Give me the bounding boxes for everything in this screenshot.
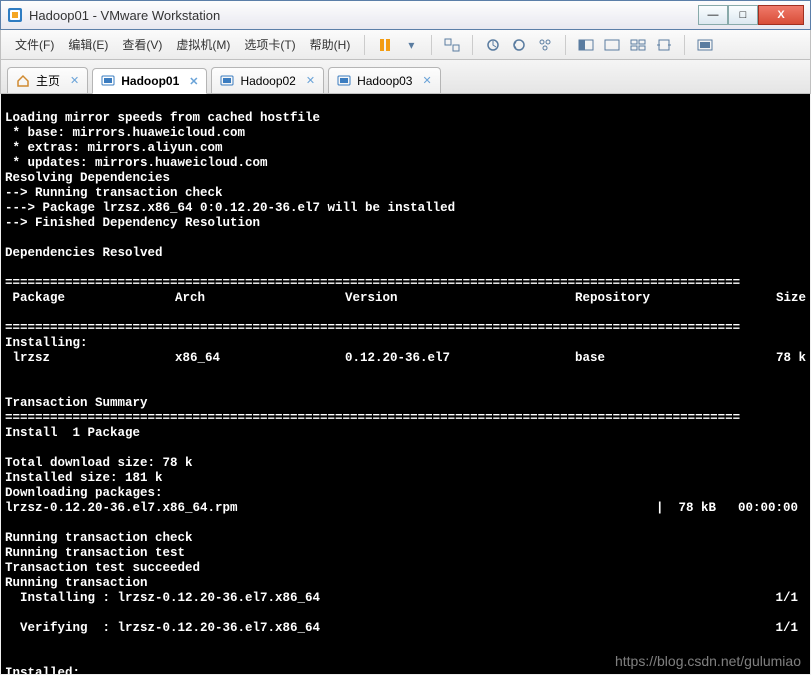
separator bbox=[364, 35, 365, 55]
window-controls: — □ X bbox=[698, 5, 804, 25]
thumbnail-icon[interactable] bbox=[626, 34, 650, 56]
tab-label: 主页 bbox=[36, 72, 60, 89]
vmware-app-icon bbox=[7, 7, 23, 23]
term-line: Install 1 Package bbox=[5, 426, 140, 440]
menu-edit[interactable]: 编辑(E) bbox=[62, 32, 114, 57]
vm-icon bbox=[101, 74, 115, 88]
progress-row: Verifying : lrzsz-0.12.20-36.el7.x86_641… bbox=[5, 621, 806, 636]
menu-vm[interactable]: 虚拟机(M) bbox=[170, 32, 236, 57]
unity-icon[interactable] bbox=[600, 34, 624, 56]
separator bbox=[472, 35, 473, 55]
term-line: Transaction Summary bbox=[5, 396, 148, 410]
close-icon[interactable]: ✕ bbox=[189, 75, 198, 88]
vm-icon bbox=[337, 74, 351, 88]
term-line: ---> Package lrzsz.x86_64 0:0.12.20-36.e… bbox=[5, 201, 455, 215]
separator bbox=[684, 35, 685, 55]
tab-home[interactable]: 主页 ✕ bbox=[7, 67, 88, 93]
menu-file[interactable]: 文件(F) bbox=[9, 32, 60, 57]
term-line: Installed: bbox=[5, 666, 80, 674]
minimize-button[interactable]: — bbox=[698, 5, 728, 25]
progress-row: Installing : lrzsz-0.12.20-36.el7.x86_64… bbox=[5, 591, 806, 606]
term-line: Installed size: 181 k bbox=[5, 471, 163, 485]
divider: ========================================… bbox=[5, 411, 740, 425]
send-keys-icon[interactable] bbox=[440, 34, 464, 56]
term-line: Downloading packages: bbox=[5, 486, 163, 500]
term-line: Resolving Dependencies bbox=[5, 171, 170, 185]
menu-bar: 文件(F) 编辑(E) 查看(V) 虚拟机(M) 选项卡(T) 帮助(H) ▾ bbox=[0, 30, 811, 60]
term-line: --> Finished Dependency Resolution bbox=[5, 216, 260, 230]
window-titlebar: Hadoop01 - VMware Workstation — □ X bbox=[0, 0, 811, 30]
menu-help[interactable]: 帮助(H) bbox=[304, 32, 357, 57]
close-button[interactable]: X bbox=[758, 5, 804, 25]
vm-icon bbox=[220, 74, 234, 88]
snapshot-icon[interactable] bbox=[481, 34, 505, 56]
home-icon bbox=[16, 74, 30, 88]
close-icon[interactable]: ✕ bbox=[306, 74, 315, 87]
term-line: Loading mirror speeds from cached hostfi… bbox=[5, 111, 320, 125]
tab-hadoop01[interactable]: Hadoop01 ✕ bbox=[92, 68, 207, 94]
menu-tabs[interactable]: 选项卡(T) bbox=[238, 32, 301, 57]
dropdown-icon[interactable]: ▾ bbox=[399, 34, 423, 56]
watermark: https://blog.csdn.net/gulumiao bbox=[615, 653, 801, 669]
tab-hadoop03[interactable]: Hadoop03 ✕ bbox=[328, 67, 441, 93]
term-line: * extras: mirrors.aliyun.com bbox=[5, 141, 223, 155]
tab-label: Hadoop01 bbox=[121, 74, 179, 88]
tab-label: Hadoop03 bbox=[357, 74, 412, 88]
snapshot-revert-icon[interactable] bbox=[507, 34, 531, 56]
table-row: lrzszx86_640.12.20-36.el7base78 k bbox=[5, 351, 806, 366]
tab-label: Hadoop02 bbox=[240, 74, 295, 88]
term-line: Installing: bbox=[5, 336, 88, 350]
close-icon[interactable]: ✕ bbox=[422, 74, 431, 87]
term-line: Running transaction test bbox=[5, 546, 185, 560]
term-line: * base: mirrors.huaweicloud.com bbox=[5, 126, 245, 140]
maximize-button[interactable]: □ bbox=[728, 5, 758, 25]
term-line: Running transaction check bbox=[5, 531, 193, 545]
term-line: Total download size: 78 k bbox=[5, 456, 193, 470]
divider: ========================================… bbox=[5, 321, 740, 335]
menu-view[interactable]: 查看(V) bbox=[116, 32, 168, 57]
separator bbox=[565, 35, 566, 55]
close-icon[interactable]: ✕ bbox=[70, 74, 79, 87]
stretch-icon[interactable] bbox=[652, 34, 676, 56]
term-line: * updates: mirrors.huaweicloud.com bbox=[5, 156, 268, 170]
snapshot-manager-icon[interactable] bbox=[533, 34, 557, 56]
tabs-row: 主页 ✕ Hadoop01 ✕ Hadoop02 ✕ Hadoop03 ✕ bbox=[0, 60, 811, 94]
pause-icon[interactable] bbox=[373, 34, 397, 56]
term-line: Dependencies Resolved bbox=[5, 246, 163, 260]
tab-hadoop02[interactable]: Hadoop02 ✕ bbox=[211, 67, 324, 93]
separator bbox=[431, 35, 432, 55]
term-line: Transaction test succeeded bbox=[5, 561, 200, 575]
term-line: Running transaction bbox=[5, 576, 148, 590]
terminal-output[interactable]: Loading mirror speeds from cached hostfi… bbox=[1, 94, 810, 674]
fullscreen-icon[interactable] bbox=[574, 34, 598, 56]
table-header: PackageArchVersionRepositorySize bbox=[5, 291, 806, 306]
divider: ========================================… bbox=[5, 276, 740, 290]
term-line: --> Running transaction check bbox=[5, 186, 223, 200]
console-view-icon[interactable] bbox=[693, 34, 717, 56]
window-title: Hadoop01 - VMware Workstation bbox=[29, 8, 698, 23]
download-row: lrzsz-0.12.20-36.el7.x86_64.rpm| 78 kB00… bbox=[5, 501, 806, 516]
